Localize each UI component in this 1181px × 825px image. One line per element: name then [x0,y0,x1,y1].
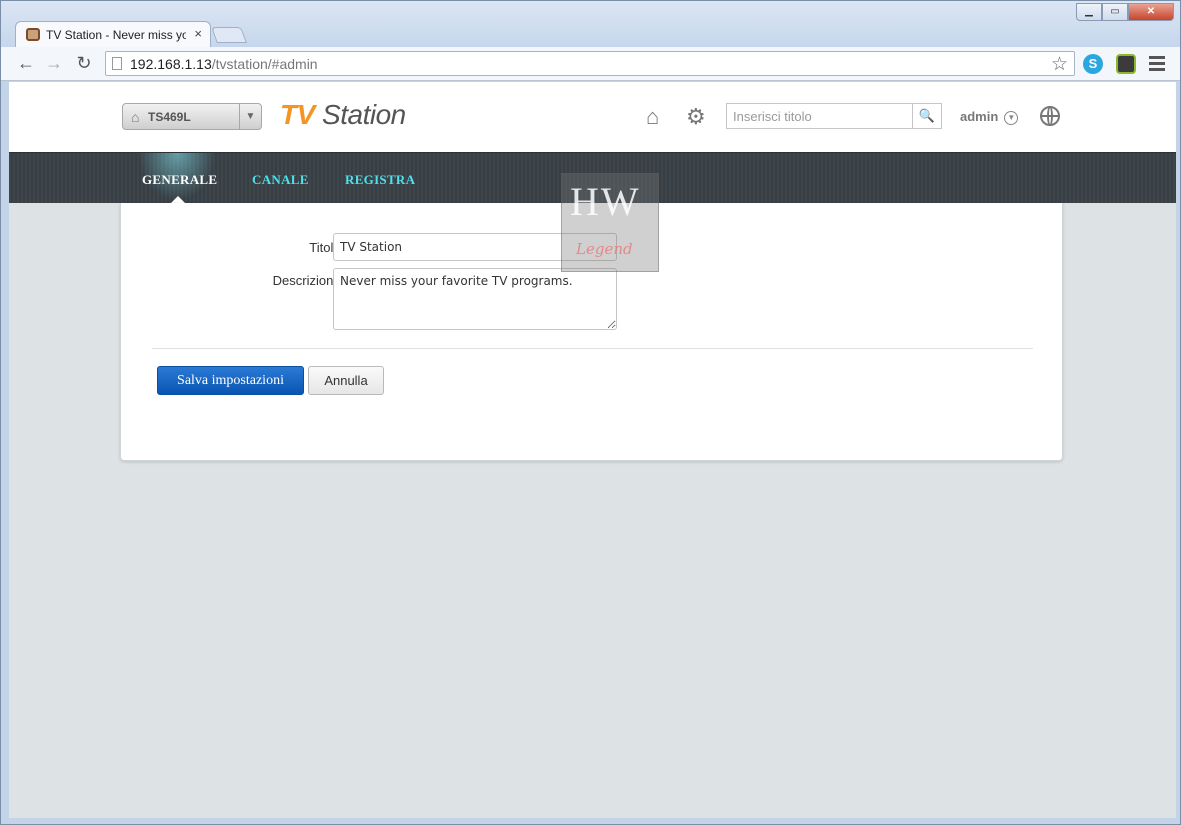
save-button[interactable]: Salva impostazioni [157,366,304,395]
chevron-down-icon: ▼ [1004,110,1019,125]
tab-canale[interactable]: CANALE [252,172,309,188]
user-menu[interactable]: admin ▼ [960,109,1019,125]
form-divider [152,348,1033,349]
search-icon[interactable]: 🔍 [912,104,941,128]
tab-close-icon[interactable]: × [194,26,202,41]
description-field[interactable]: Never miss your favorite TV programs. [333,268,617,330]
tab-title: TV Station - Never miss your favorite TV… [46,28,186,42]
watermark-top: HW [570,179,641,224]
extension-icon[interactable] [1116,54,1136,74]
search-input[interactable] [727,104,912,128]
window-controls: ▁ ▭ ✕ [1076,3,1174,21]
nas-name: TS469L [148,110,191,124]
new-tab-button[interactable] [211,27,247,43]
watermark-bottom: Legend [576,240,633,258]
home-icon: ⌂ [131,109,140,125]
gear-icon[interactable]: ⚙ [686,104,706,130]
browser-tab[interactable]: TV Station - Never miss your favorite TV… [15,21,211,47]
reload-icon[interactable]: ↻ [73,53,95,75]
watermark-logo: HW Legend [561,173,659,272]
dropdown-caret-icon[interactable]: ▼ [239,104,261,129]
title-bar: TV Station - Never miss your favorite TV… [1,1,1180,47]
minimize-button[interactable]: ▁ [1076,3,1102,21]
close-window-button[interactable]: ✕ [1128,3,1174,21]
logo-tv: TV [280,99,315,130]
url-text[interactable]: 192.168.1.13/tvstation/#admin [130,56,318,72]
browser-toolbar: ← → ↻ 192.168.1.13/tvstation/#admin ☆ S [1,47,1180,81]
bookmark-star-icon[interactable]: ☆ [1051,53,1068,76]
username: admin [960,109,999,124]
maximize-button[interactable]: ▭ [1102,3,1128,21]
home-icon[interactable]: ⌂ [646,104,659,130]
tab-registra[interactable]: REGISTRA [345,172,415,188]
skype-extension-icon[interactable]: S [1083,54,1103,74]
logo-station: Station [314,99,406,130]
url-host: 192.168.1.13 [130,56,212,72]
forward-arrow-icon[interactable]: → [43,53,65,75]
page-icon [112,57,122,70]
tab-generale[interactable]: GENERALE [142,172,217,188]
tv-favicon-icon [26,28,40,41]
search-box: 🔍 [726,103,942,129]
app-header: ⌂ TS469L ▼ TV Station ⌂ ⚙ 🔍 admin ▼ [9,82,1176,152]
globe-icon[interactable] [1040,106,1060,126]
cancel-button[interactable]: Annulla [308,366,384,395]
chrome-menu-icon[interactable] [1149,54,1165,72]
back-arrow-icon[interactable]: ← [15,53,37,75]
nas-selector[interactable]: ⌂ TS469L ▼ [122,103,262,130]
browser-window: TV Station - Never miss your favorite TV… [0,0,1181,825]
app-logo: TV Station [280,99,406,131]
url-path: /tvstation/#admin [211,56,318,72]
web-page: ⌂ TS469L ▼ TV Station ⌂ ⚙ 🔍 admin ▼ GENER… [9,82,1176,818]
address-bar[interactable]: 192.168.1.13/tvstation/#admin ☆ [105,51,1075,76]
